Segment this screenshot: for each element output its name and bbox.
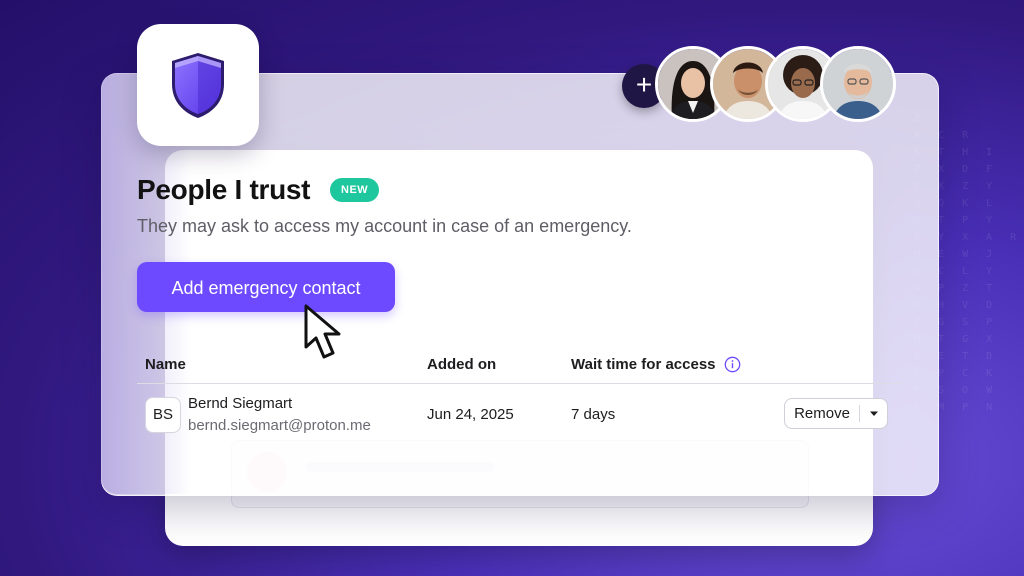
contact-added-on: Jun 24, 2025 [427,406,514,423]
cursor-icon [304,304,341,359]
page-title: People I trust [137,174,311,205]
remove-split-button: Remove [784,398,888,429]
new-badge: NEW [330,178,380,202]
app-icon-tile [137,24,259,146]
avatar-person-4 [820,46,896,122]
actions-dropdown-button[interactable] [860,399,888,428]
column-header-added-on: Added on [427,356,497,373]
shield-icon [172,53,224,118]
info-icon[interactable] [724,356,741,373]
contact-name: Bernd Siegmart [188,395,293,412]
contact-email: bernd.siegmart@proton.me [188,417,371,434]
page-subtitle: They may ask to access my account in cas… [137,216,632,236]
column-header-name: Name [145,356,186,373]
person-4-portrait [823,49,893,119]
column-header-wait-time: Wait time for access [571,356,716,373]
contact-wait-time: 7 days [571,406,616,423]
contact-initials-avatar: BS [145,397,181,433]
remove-button[interactable]: Remove [785,399,859,428]
chevron-down-icon [870,411,878,416]
table-divider [137,383,902,384]
add-emergency-contact-button[interactable]: Add emergency contact [137,262,395,312]
